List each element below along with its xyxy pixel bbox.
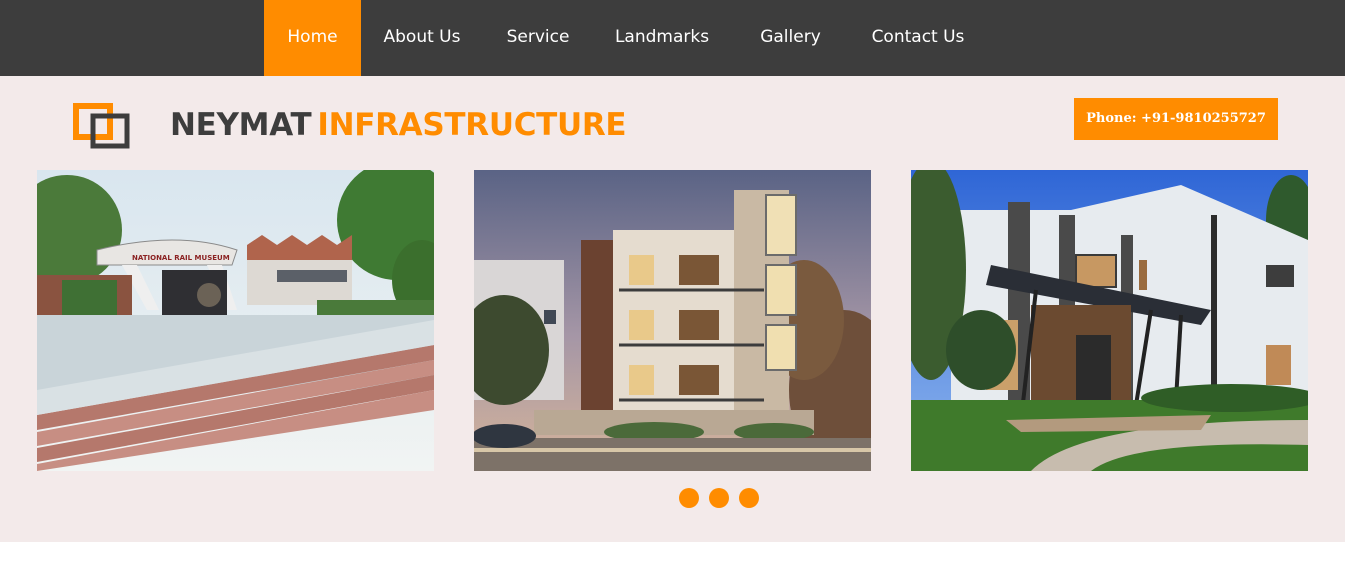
top-nav: Home About Us Service Landmarks Gallery … bbox=[0, 0, 1345, 76]
phone-button[interactable]: Phone: +91-9810255727 bbox=[1074, 98, 1278, 140]
nav-contact-us[interactable]: Contact Us bbox=[860, 0, 976, 76]
nav-landmarks[interactable]: Landmarks bbox=[604, 0, 720, 76]
nav-service[interactable]: Service bbox=[495, 0, 581, 76]
slider-dot-3[interactable] bbox=[739, 488, 759, 508]
brand-word-neymat: NEYMAT bbox=[170, 107, 312, 143]
slide-modern-house[interactable] bbox=[911, 170, 1308, 471]
slide-residential-building[interactable] bbox=[474, 170, 871, 471]
slider-dot-1[interactable] bbox=[679, 488, 699, 508]
brand-word-infrastructure: INFRASTRUCTURE bbox=[317, 107, 627, 143]
nav-about-us[interactable]: About Us bbox=[369, 0, 475, 76]
slide-rail-museum[interactable]: NATIONAL RAIL MUSEUM bbox=[37, 170, 434, 471]
slider-dot-2[interactable] bbox=[709, 488, 729, 508]
overlapping-squares-icon[interactable] bbox=[73, 103, 131, 149]
rail-museum-sign: NATIONAL RAIL MUSEUM bbox=[132, 254, 230, 262]
nav-gallery[interactable]: Gallery bbox=[748, 0, 833, 76]
nav-home[interactable]: Home bbox=[264, 0, 361, 76]
brand-name[interactable]: NEYMAT INFRASTRUCTURE bbox=[170, 107, 627, 143]
